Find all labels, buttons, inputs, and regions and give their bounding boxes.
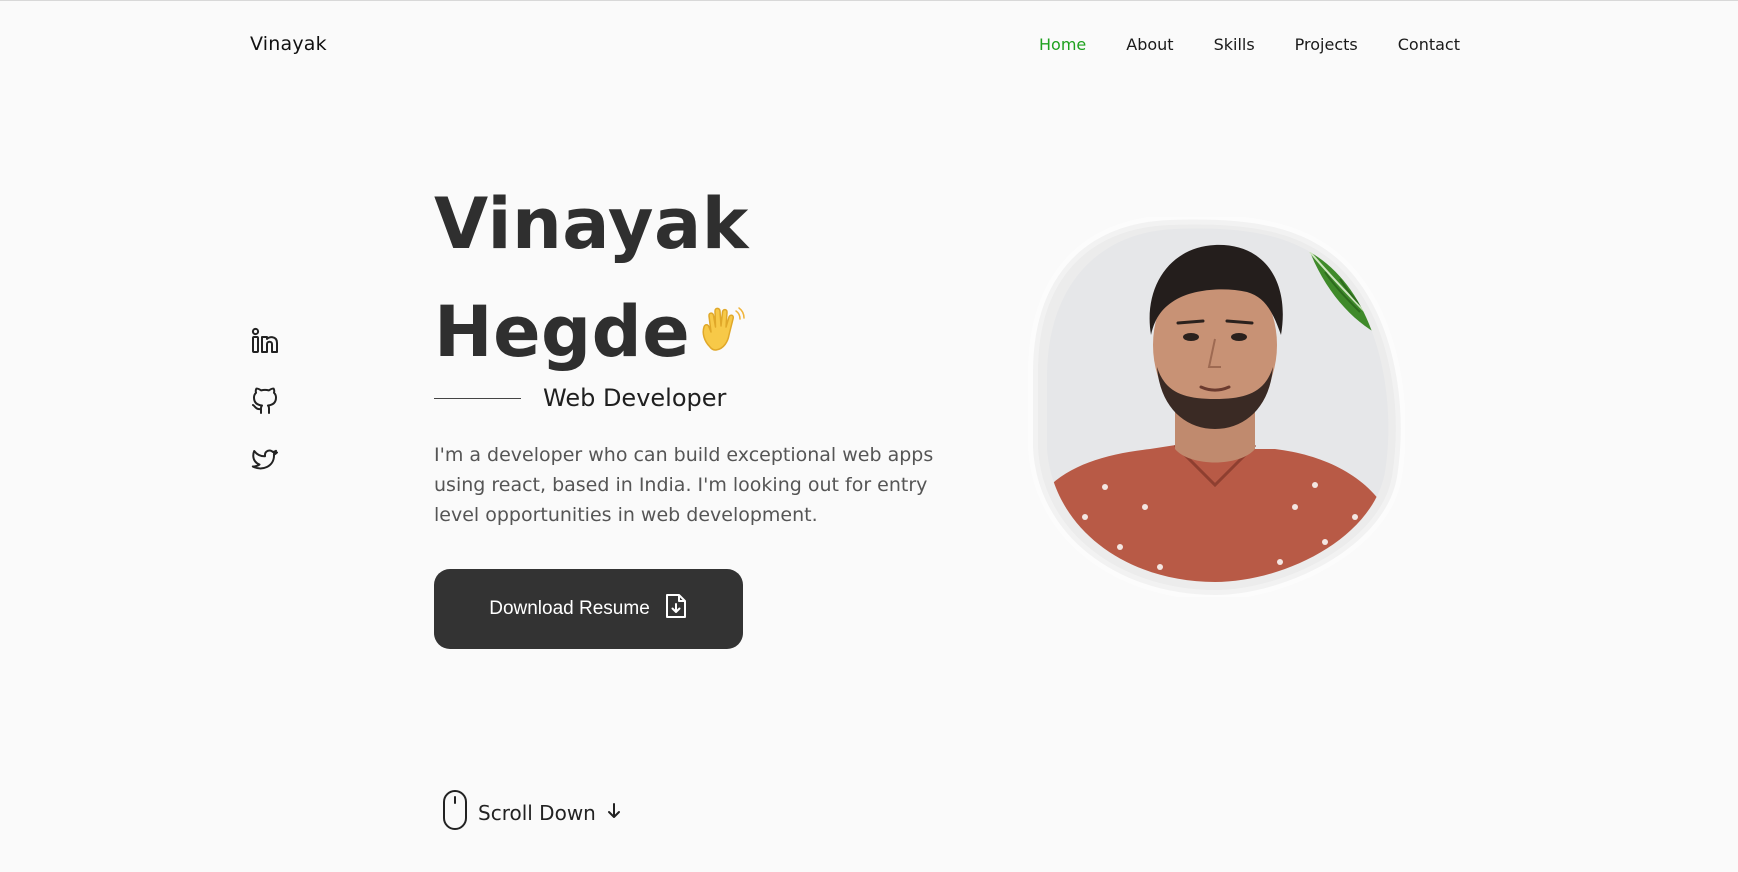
file-download-icon <box>664 592 688 626</box>
brand-logo[interactable]: Vinayak <box>250 33 327 55</box>
main-nav: Home About Skills Projects Contact <box>1039 35 1460 54</box>
subtitle-row: Web Developer <box>434 384 726 412</box>
subtitle-rule <box>434 397 521 399</box>
nav-projects[interactable]: Projects <box>1295 35 1358 54</box>
waving-hand-icon <box>696 277 748 385</box>
twitter-icon[interactable] <box>250 446 280 476</box>
mouse-icon <box>442 789 468 836</box>
scroll-down-label: Scroll Down <box>478 800 596 825</box>
nav-contact[interactable]: Contact <box>1398 35 1460 54</box>
profile-photo <box>1025 214 1406 601</box>
arrow-down-icon <box>606 801 622 825</box>
nav-about[interactable]: About <box>1126 35 1173 54</box>
hero-last-name-line: Hegde <box>434 278 749 391</box>
hero-name: Vinayak Hegde <box>434 170 749 391</box>
download-resume-button[interactable]: Download Resume <box>434 569 743 649</box>
download-resume-label: Download Resume <box>489 598 650 619</box>
hero-first-name: Vinayak <box>434 183 749 265</box>
github-icon[interactable] <box>250 386 280 416</box>
nav-skills[interactable]: Skills <box>1214 35 1255 54</box>
scroll-down[interactable]: Scroll Down <box>442 789 622 836</box>
hero-last-name: Hegde <box>434 291 691 373</box>
nav-home[interactable]: Home <box>1039 35 1086 54</box>
linkedin-icon[interactable] <box>250 326 280 356</box>
social-links <box>250 326 280 476</box>
hero-description: I'm a developer who can build exceptiona… <box>434 444 934 526</box>
hero-subtitle: Web Developer <box>543 384 727 412</box>
top-border <box>0 0 1738 1</box>
